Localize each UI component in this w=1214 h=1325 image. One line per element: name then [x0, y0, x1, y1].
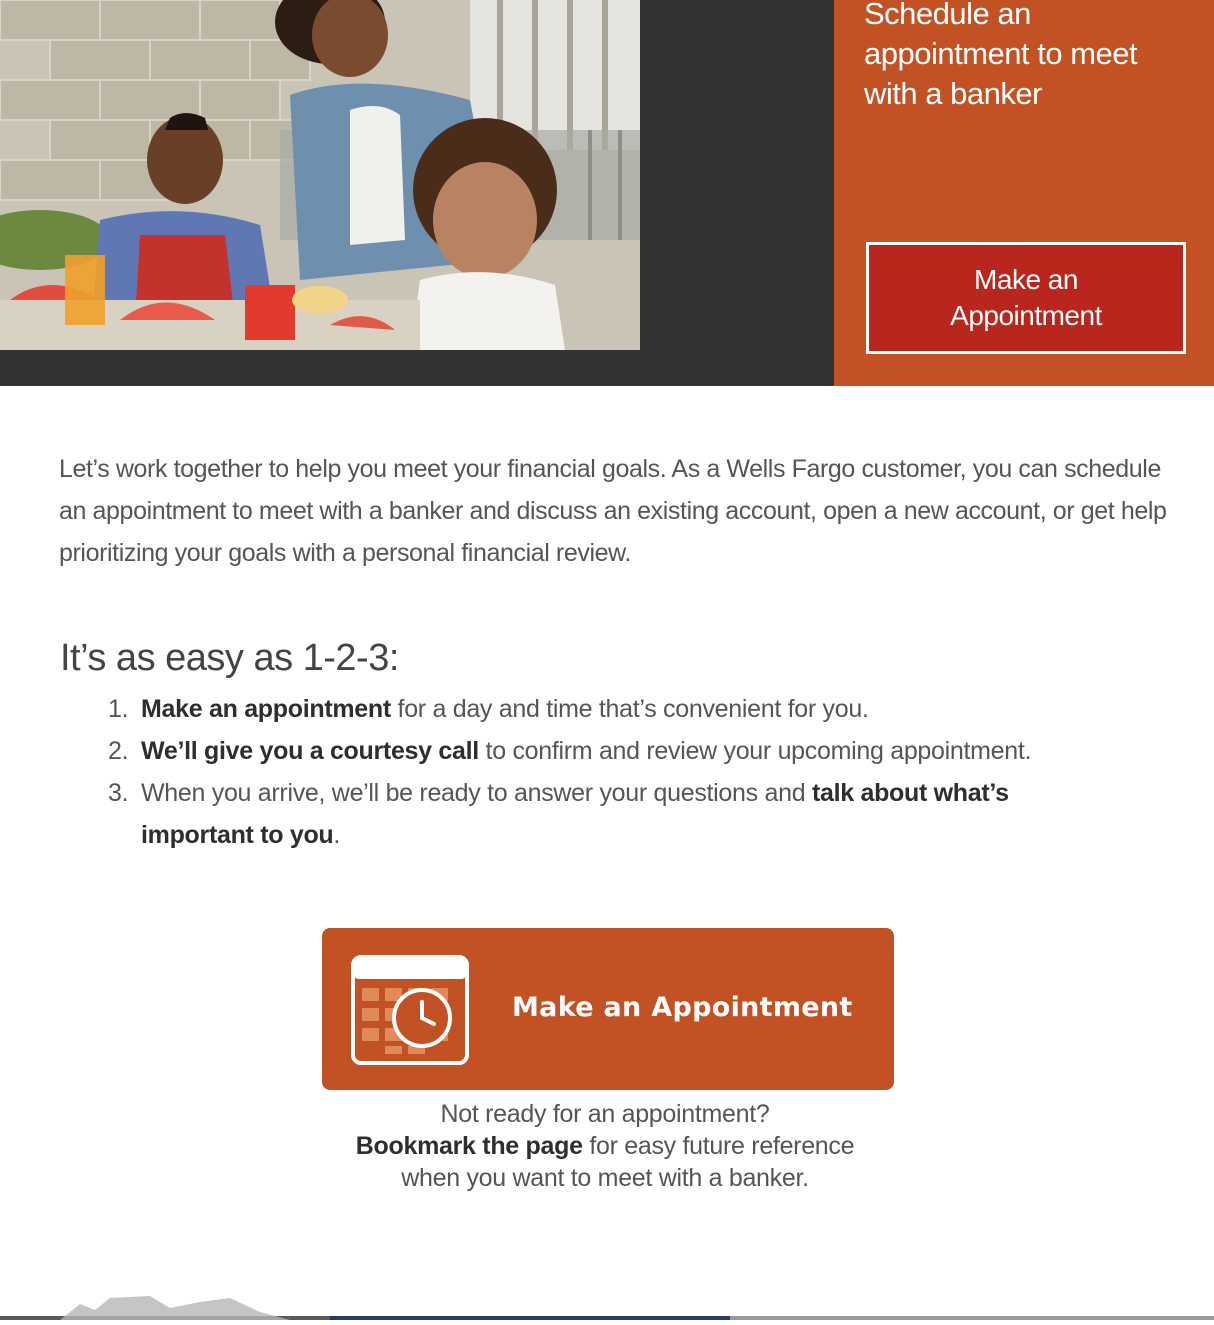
cta-label: Make an Appointment	[512, 992, 853, 1023]
promo-panel: Schedule an appointment to meet with a b…	[834, 0, 1214, 386]
step-item: 1. Make an appointment for a day and time…	[108, 688, 1118, 730]
step-text: When you arrive, we’ll be ready to answe…	[141, 779, 812, 807]
hero-banner: Schedule an appointment to meet with a b…	[0, 0, 1214, 386]
step-item: 3. When you arrive, we’ll be ready to ans…	[108, 772, 1118, 856]
calendar-clock-icon	[350, 954, 470, 1071]
promo-heading: Schedule an appointment to meet with a b…	[864, 0, 1138, 111]
note-line-2: for easy future reference	[582, 1132, 855, 1160]
step-number: 1.	[108, 695, 129, 723]
step-item: 2. We’ll give you a courtesy call to conf…	[108, 730, 1118, 772]
step-text: for a day and time that’s convenient for…	[390, 695, 869, 723]
steps-heading: It’s as easy as 1-2-3:	[60, 637, 399, 679]
step-end: .	[333, 821, 341, 849]
bookmark-link-text: Bookmark the page	[355, 1132, 583, 1160]
step-text: to confirm and review your upcoming appo…	[478, 737, 1032, 765]
step-bold-text: We’ll give you a courtesy call	[141, 737, 479, 765]
step-bold-text: Make an appointment	[141, 695, 391, 723]
intro-paragraph: Let’s work together to help you meet you…	[59, 455, 1167, 567]
next-section-image-edge	[0, 1290, 1214, 1320]
make-appointment-banner-button[interactable]: Make an Appointment	[322, 928, 894, 1090]
make-appointment-button[interactable]: Make an Appointment	[866, 242, 1186, 354]
note-line-3: when you want to meet with a banker.	[401, 1164, 809, 1192]
bookmark-note: Not ready for an appointment? Bookmark t…	[300, 1098, 910, 1194]
steps-list: 1. Make an appointment for a day and time…	[108, 688, 1118, 856]
family-photo	[0, 0, 640, 350]
step-number: 3.	[108, 779, 129, 807]
note-line-1: Not ready for an appointment?	[440, 1100, 770, 1128]
step-number: 2.	[108, 737, 129, 765]
